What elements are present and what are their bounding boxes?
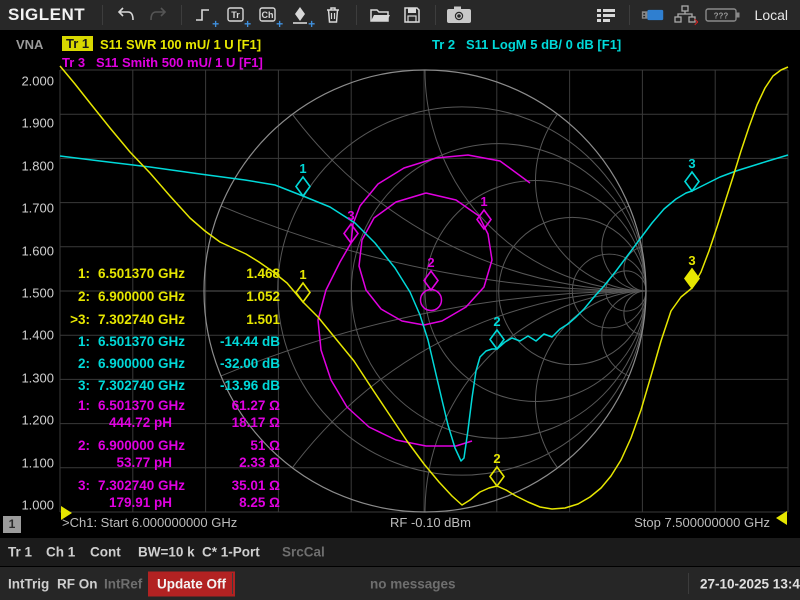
marker-table-subrow: 444.72 pH18.17 Ω: [62, 415, 280, 433]
channel-badge[interactable]: 1: [3, 516, 21, 533]
marker-diamond[interactable]: [296, 177, 310, 196]
trace1-label[interactable]: S11 SWR 100 mU/ 1 U [F1]: [100, 37, 261, 52]
y-axis-tick-label: 1.900: [0, 116, 54, 131]
y-axis-tick-label: 1.700: [0, 201, 54, 216]
status-item-c-1-port[interactable]: C* 1-Port: [202, 545, 260, 560]
marker-table-row: >3:7.302740 GHz1.501: [62, 312, 280, 330]
undo-icon[interactable]: [113, 3, 139, 27]
y-axis-tick-label: 1.800: [0, 158, 54, 173]
update-off-badge[interactable]: Update Off: [148, 571, 235, 596]
marker-number: 2: [493, 314, 500, 329]
screenshot-icon[interactable]: [446, 3, 472, 27]
message-label: no messages: [370, 576, 456, 591]
y-axis-tick-label: 2.000: [0, 74, 54, 89]
vna-label: VNA: [16, 37, 43, 52]
status-item-cont[interactable]: Cont: [90, 545, 121, 560]
status-item-rf on[interactable]: RF On: [57, 576, 98, 591]
marker-number: 2: [493, 451, 500, 466]
toolbar: SIGLENT + Tr + Ch + + ✕: [0, 0, 800, 30]
marker-number: 3: [347, 208, 354, 223]
marker-number: 3: [688, 156, 695, 171]
marker-diamond[interactable]: [685, 269, 699, 288]
marker-number: 2: [427, 255, 434, 270]
add-limit-icon[interactable]: +: [192, 3, 218, 27]
svg-text:✕: ✕: [693, 17, 698, 26]
add-trace-icon[interactable]: Tr +: [224, 3, 250, 27]
usb-status-icon[interactable]: [640, 3, 666, 27]
open-file-icon[interactable]: [367, 3, 393, 27]
stop-frequency-label: Stop 7.500000000 GHz: [634, 515, 770, 530]
svg-text:Ch: Ch: [262, 10, 274, 20]
add-marker-icon[interactable]: +: [288, 3, 314, 27]
y-axis-tick-label: 1.200: [0, 413, 54, 428]
status-item-srccal[interactable]: SrcCal: [282, 545, 325, 560]
marker-table-row: 3:7.302740 GHz35.01 Ω: [62, 478, 280, 496]
marker-table-subrow: 53.77 pH2.33 Ω: [62, 455, 280, 473]
marker-table-subrow: 179.91 pH8.25 Ω: [62, 495, 280, 513]
svg-text:???: ???: [713, 12, 728, 21]
marker-table-row: 2:6.900000 GHz-32.00 dB: [62, 356, 280, 374]
y-axis-tick-label: 1.500: [0, 286, 54, 301]
start-frequency-label: >Ch1: Start 6.000000000 GHz: [62, 515, 237, 530]
redo-icon[interactable]: [145, 3, 171, 27]
marker-number: 1: [299, 161, 306, 176]
status-item-tr-1[interactable]: Tr 1: [8, 545, 32, 560]
reference-triangle: [776, 511, 787, 525]
siglent-logo: SIGLENT: [8, 5, 85, 25]
marker-table-row: 1:6.501370 GHz1.468: [62, 266, 280, 284]
y-axis-tick-label: 1.000: [0, 498, 54, 513]
marker-number: 1: [299, 267, 306, 282]
status-item-inttrig[interactable]: IntTrig: [8, 576, 49, 591]
status-item-ch-1[interactable]: Ch 1: [46, 545, 75, 560]
trace2-label[interactable]: Tr 2 S11 LogM 5 dB/ 0 dB [F1]: [432, 37, 621, 52]
marker-number: 3: [688, 253, 695, 268]
lan-error-icon[interactable]: ✕: [672, 3, 698, 27]
delete-icon[interactable]: [320, 3, 346, 27]
datetime-label: 27-10-2025 13:47: [700, 576, 800, 591]
battery-status-icon[interactable]: ???: [704, 3, 742, 27]
y-axis-tick-label: 1.300: [0, 370, 54, 385]
status-bar-trace: Tr 1 Ch 1 Cont BW=10 k C* 1-Port SrcCal: [0, 538, 800, 566]
menu-list-icon[interactable]: [593, 3, 619, 27]
y-axis-tick-label: 1.400: [0, 328, 54, 343]
marker-number: 1: [480, 194, 487, 209]
status-item-bw-10-k[interactable]: BW=10 k: [138, 545, 195, 560]
marker-table-row: 1:6.501370 GHz61.27 Ω: [62, 398, 280, 416]
y-axis-tick-label: 1.100: [0, 455, 54, 470]
save-icon[interactable]: [399, 3, 425, 27]
y-axis-tick-label: 1.600: [0, 243, 54, 258]
rf-power-label: RF -0.10 dBm: [390, 515, 471, 530]
status-bar-system: Update Off no messages 27-10-2025 13:47 …: [0, 567, 800, 600]
marker-table-row: 2:6.900000 GHz1.052: [62, 289, 280, 307]
local-mode-label[interactable]: Local: [755, 7, 788, 23]
marker-table-row: 1:6.501370 GHz-14.44 dB: [62, 334, 280, 352]
marker-diamond[interactable]: [296, 283, 310, 302]
marker-table-row: 2:6.900000 GHz51 Ω: [62, 438, 280, 456]
svg-text:Tr: Tr: [231, 10, 240, 20]
trace1-badge[interactable]: Tr 1: [62, 36, 93, 51]
status-item-intref[interactable]: IntRef: [104, 576, 142, 591]
add-channel-icon[interactable]: Ch +: [256, 3, 282, 27]
trace3-label[interactable]: Tr 3 S11 Smith 500 mU/ 1 U [F1]: [62, 55, 263, 70]
marker-table-row: 3:7.302740 GHz-13.96 dB: [62, 378, 280, 396]
